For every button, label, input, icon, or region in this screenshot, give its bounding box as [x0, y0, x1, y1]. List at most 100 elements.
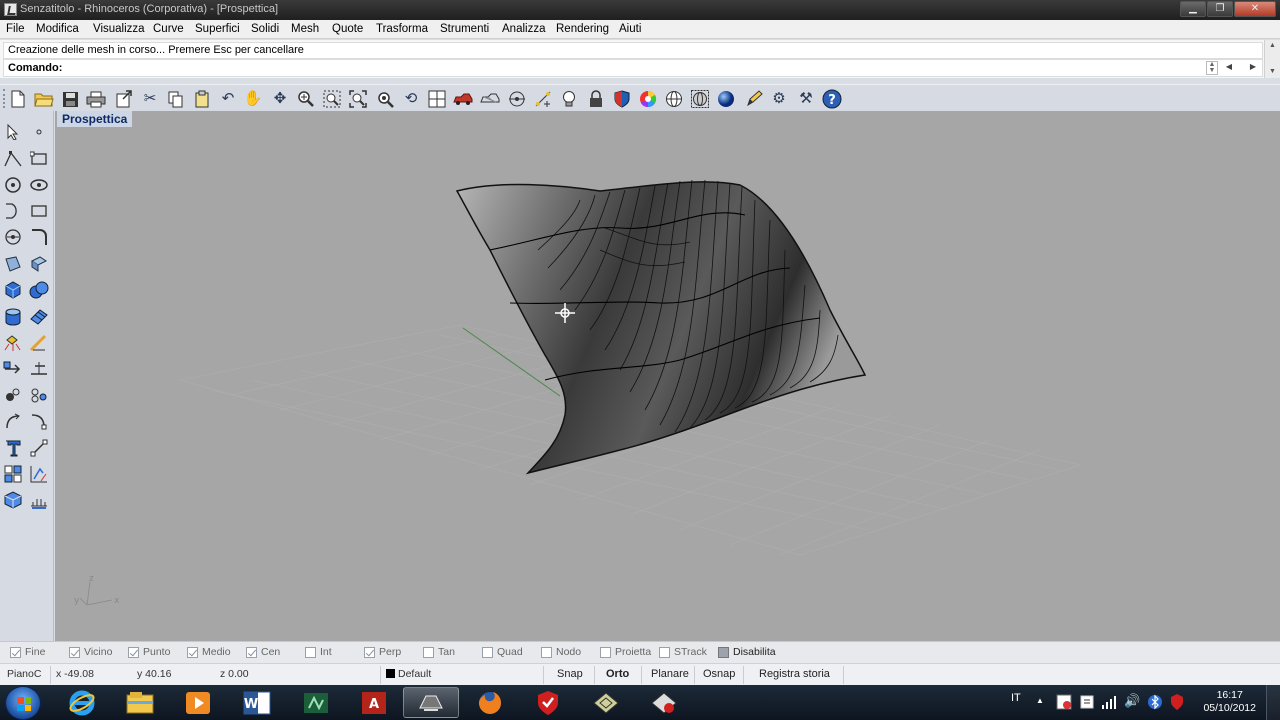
antivirus-icon[interactable]: [520, 687, 576, 718]
system-clock[interactable]: 16:17 05/10/2012: [1203, 689, 1256, 715]
rhino-template-icon[interactable]: [636, 687, 692, 718]
osnap-checkbox[interactable]: [305, 646, 316, 658]
zoom-window-icon[interactable]: [322, 89, 342, 109]
point-tool-icon[interactable]: [28, 121, 50, 143]
osnap-int[interactable]: Int: [305, 646, 332, 658]
save-icon[interactable]: [60, 89, 80, 109]
osnap-punto[interactable]: Punto: [128, 646, 170, 658]
surface-corner-icon[interactable]: [2, 253, 24, 275]
polygon-icon[interactable]: [2, 226, 24, 248]
undo-icon[interactable]: ↶: [218, 89, 238, 109]
light-bulb-icon[interactable]: [559, 89, 579, 109]
minimize-button[interactable]: ▁: [1180, 1, 1206, 17]
dimension-icon[interactable]: [28, 332, 50, 354]
analyze-icon[interactable]: [28, 463, 50, 485]
viewport-title-tab[interactable]: Prospettica: [57, 111, 133, 127]
sphere-wireframe-icon[interactable]: [664, 89, 684, 109]
menu-rendering[interactable]: Rendering: [556, 23, 609, 35]
menu-solidi[interactable]: Solidi: [251, 23, 279, 35]
paste-icon[interactable]: [192, 89, 212, 109]
osnap-checkbox[interactable]: [482, 646, 493, 658]
word-icon[interactable]: W: [229, 687, 285, 718]
box-solid-icon[interactable]: [2, 279, 24, 301]
close-button[interactable]: ✕: [1234, 1, 1276, 17]
move-view-icon[interactable]: ✥: [270, 89, 290, 109]
internet-explorer-icon[interactable]: [54, 687, 110, 718]
osnap-checkbox[interactable]: [541, 646, 552, 658]
four-viewports-icon[interactable]: [427, 89, 447, 109]
print-icon[interactable]: [86, 89, 106, 109]
point-icon[interactable]: [507, 89, 527, 109]
osnap-proietta[interactable]: Proietta: [600, 646, 651, 658]
car-render-icon[interactable]: [453, 89, 473, 109]
shield-icon[interactable]: [612, 89, 632, 109]
menu-modifica[interactable]: Modifica: [36, 23, 79, 35]
copy-icon[interactable]: [166, 89, 186, 109]
acrobat-icon[interactable]: A: [346, 687, 402, 718]
command-spin-icon[interactable]: ▲ ▼: [1206, 61, 1218, 75]
group-icon[interactable]: [28, 384, 50, 406]
contour-icon[interactable]: [28, 489, 50, 511]
menu-quote[interactable]: Quote: [332, 23, 363, 35]
zoom-icon[interactable]: [296, 89, 316, 109]
menu-visualizza[interactable]: Visualizza: [93, 23, 145, 35]
text-tool-icon[interactable]: [2, 437, 24, 459]
extrude-surface-icon[interactable]: [28, 253, 50, 275]
osnap-checkbox[interactable]: [364, 646, 375, 658]
osnap-toggle[interactable]: Osnap: [703, 668, 735, 680]
osnap-checkbox[interactable]: [10, 646, 21, 658]
planare-toggle[interactable]: Planare: [651, 668, 689, 680]
media-player-icon[interactable]: [170, 687, 226, 718]
zoom-selected-icon[interactable]: [375, 89, 395, 109]
rectangle-icon[interactable]: [28, 200, 50, 222]
current-layer[interactable]: Default: [386, 668, 431, 680]
rhino-cad-icon[interactable]: [578, 687, 634, 718]
explode-icon[interactable]: [2, 463, 24, 485]
security-shield-icon[interactable]: [1169, 693, 1185, 714]
tray-sync-icon[interactable]: [1079, 694, 1095, 713]
osnap-checkbox[interactable]: [659, 646, 670, 658]
restore-button[interactable]: ❐: [1207, 1, 1233, 17]
mirror-icon[interactable]: [2, 384, 24, 406]
tools-icon[interactable]: ⚒: [796, 89, 816, 109]
arc-icon[interactable]: [2, 200, 24, 222]
rectangle-curve-icon[interactable]: [28, 148, 50, 170]
cylinder-icon[interactable]: [2, 306, 24, 328]
osnap-perp[interactable]: Perp: [364, 646, 401, 658]
snap-toggle[interactable]: Snap: [557, 668, 583, 680]
orto-toggle[interactable]: Orto: [606, 668, 629, 680]
polyline-icon[interactable]: [2, 148, 24, 170]
circle-icon[interactable]: [2, 174, 24, 196]
start-button[interactable]: [5, 686, 41, 720]
osnap-tan[interactable]: Tan: [423, 646, 455, 658]
pencil-tool-icon[interactable]: [744, 89, 764, 109]
help-icon[interactable]: ?: [822, 89, 842, 109]
scroll-down-icon[interactable]: ▼: [1265, 66, 1280, 78]
rhino-active-icon[interactable]: [403, 687, 459, 718]
open-folder-icon[interactable]: [34, 89, 54, 109]
rotate-view-icon[interactable]: ⟲: [401, 89, 421, 109]
control-point-icon[interactable]: [28, 437, 50, 459]
show-desktop-button[interactable]: [1266, 685, 1280, 720]
osnap-nodo[interactable]: Nodo: [541, 646, 581, 658]
osnap-fine[interactable]: Fine: [10, 646, 45, 658]
osnap-cen[interactable]: Cen: [246, 646, 280, 658]
menu-aiuti[interactable]: Aiuti: [619, 23, 641, 35]
osnap-checkbox[interactable]: [187, 646, 198, 658]
light-render-icon[interactable]: [2, 332, 24, 354]
bluetooth-icon[interactable]: [1147, 694, 1163, 713]
menu-trasforma[interactable]: Trasforma: [376, 23, 428, 35]
snap-grid-icon[interactable]: [533, 89, 553, 109]
menu-curve[interactable]: Curve: [153, 23, 184, 35]
command-forward-icon[interactable]: ▶: [1250, 62, 1256, 71]
osnap-checkbox[interactable]: [600, 646, 611, 658]
menu-superfici[interactable]: Superfici: [195, 23, 240, 35]
file-explorer-icon[interactable]: [112, 687, 168, 718]
wireframe-car-icon[interactable]: [480, 89, 500, 109]
osnap-strack[interactable]: STrack: [659, 646, 707, 658]
mesh-render-icon[interactable]: [2, 489, 24, 511]
fillet-icon[interactable]: [28, 226, 50, 248]
toolbar-grip[interactable]: [3, 89, 6, 108]
gear-options-icon[interactable]: ⚙: [769, 89, 789, 109]
show-hidden-icons[interactable]: ▲: [1036, 696, 1044, 705]
